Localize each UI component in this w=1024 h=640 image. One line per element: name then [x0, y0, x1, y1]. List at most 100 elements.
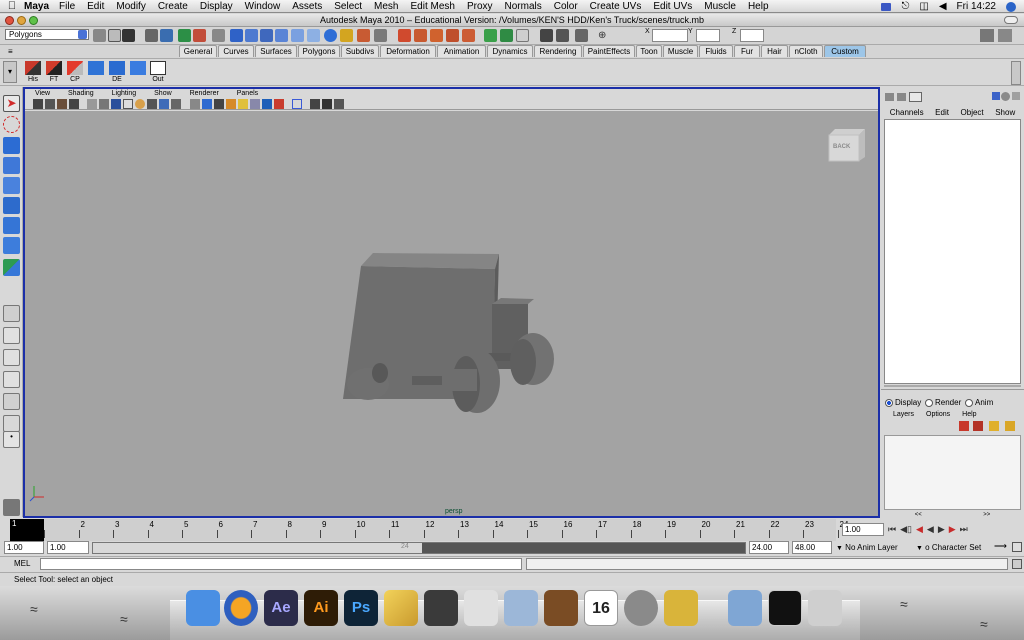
- menu-help[interactable]: Help: [748, 1, 769, 12]
- ipr-icon[interactable]: [374, 29, 387, 42]
- go-to-end-icon[interactable]: ⏭: [960, 524, 968, 535]
- select-tool-icon[interactable]: ➤: [3, 95, 20, 112]
- zoom-window-icon[interactable]: [29, 16, 38, 25]
- channelbox-menu-show[interactable]: Show: [995, 108, 1015, 118]
- layer-list[interactable]: [884, 435, 1021, 510]
- start-time-field[interactable]: 1.00: [4, 541, 44, 554]
- layer-membership-icon[interactable]: [1005, 421, 1015, 431]
- show-hide-attribute-editor-icon[interactable]: [980, 29, 994, 42]
- menu-modify[interactable]: Modify: [116, 1, 145, 12]
- layer-scroll-left[interactable]: <<: [915, 512, 922, 518]
- step-forward-key-icon[interactable]: ▶: [949, 524, 956, 535]
- minimize-window-icon[interactable]: [17, 16, 26, 25]
- tab-deformation[interactable]: Deformation: [380, 45, 436, 57]
- menu-muscle[interactable]: Muscle: [704, 1, 736, 12]
- paint-select-tool-icon[interactable]: [3, 137, 20, 154]
- folder-icon[interactable]: [728, 590, 762, 626]
- snapshot-icon[interactable]: [322, 99, 332, 109]
- play-forward-icon[interactable]: ▶: [938, 524, 945, 535]
- photoshop-icon[interactable]: Ps: [344, 590, 378, 626]
- spotlight-icon[interactable]: [1006, 1, 1016, 12]
- layer-editor-toggle-icon[interactable]: [909, 92, 922, 102]
- wireframe-icon[interactable]: [171, 99, 181, 109]
- layout-four-icon[interactable]: [3, 327, 20, 344]
- attribute-editor-icon[interactable]: [540, 29, 553, 42]
- current-time-marker[interactable]: 1: [10, 519, 44, 541]
- script-editor-icon[interactable]: [1012, 559, 1022, 569]
- shelf-button-his[interactable]: His: [24, 61, 42, 85]
- go-to-start-icon[interactable]: ⏮: [888, 524, 896, 535]
- command-input[interactable]: [40, 558, 522, 570]
- keychain-icon[interactable]: [664, 590, 698, 626]
- menu-create[interactable]: Create: [158, 1, 188, 12]
- tab-polygons[interactable]: Polygons: [298, 45, 340, 57]
- select-object-icon[interactable]: [160, 29, 173, 42]
- tab-toon[interactable]: Toon: [636, 45, 662, 57]
- apple-icon[interactable]: : [0, 0, 24, 12]
- time-ruler[interactable]: 23456789101112131415161718192021222324: [10, 519, 848, 541]
- channelbox-list[interactable]: [884, 119, 1021, 384]
- uv-editor-icon[interactable]: [484, 29, 497, 42]
- new-layer-icon[interactable]: [973, 421, 983, 431]
- input-field-mode-icon[interactable]: ⊕: [598, 29, 611, 42]
- mask-vertex-icon[interactable]: [212, 29, 225, 42]
- shelf-button-blue[interactable]: [129, 61, 147, 85]
- volume-icon[interactable]: ◀: [939, 1, 947, 12]
- shelf-menu-icon[interactable]: ▾: [3, 61, 17, 83]
- layout-more-icon[interactable]: •: [3, 431, 20, 448]
- menu-normals[interactable]: Normals: [505, 1, 542, 12]
- open-scene-icon[interactable]: [108, 29, 121, 42]
- channel-mode-icon[interactable]: [992, 92, 1000, 100]
- save-scene-icon[interactable]: [122, 29, 135, 42]
- panel-menu-lighting[interactable]: Lighting: [112, 90, 137, 97]
- finder-icon[interactable]: [186, 590, 220, 626]
- snap-point-icon[interactable]: [260, 29, 273, 42]
- channel-collapse-icon[interactable]: [1012, 92, 1020, 100]
- export-icon[interactable]: [334, 99, 344, 109]
- tab-surfaces[interactable]: Surfaces: [255, 45, 297, 57]
- auto-key-icon[interactable]: ⟶: [994, 541, 1007, 552]
- layout-outliner-icon[interactable]: [3, 415, 20, 432]
- step-back-key-icon[interactable]: ◀: [916, 524, 923, 535]
- universal-manipulator-icon[interactable]: [3, 217, 20, 234]
- current-frame-field[interactable]: 1.00: [842, 523, 884, 536]
- iphoto-icon[interactable]: [504, 590, 538, 626]
- panel-menu-view[interactable]: View: [35, 90, 50, 97]
- tab-curves[interactable]: Curves: [218, 45, 254, 57]
- channelbox-menu-edit[interactable]: Edit: [935, 108, 949, 118]
- tab-subdivs[interactable]: Subdivs: [341, 45, 379, 57]
- layer-menu-help[interactable]: Help: [962, 411, 976, 418]
- hypershade-icon[interactable]: [414, 29, 427, 42]
- shelf-button-de[interactable]: DE: [108, 61, 126, 85]
- grid-icon[interactable]: [87, 99, 97, 109]
- render-settings-icon[interactable]: [398, 29, 411, 42]
- resolution-gate-icon[interactable]: [111, 99, 121, 109]
- shelf-button-uv[interactable]: [87, 61, 105, 85]
- maya-icon[interactable]: [424, 590, 458, 626]
- xray-icon[interactable]: [262, 99, 272, 109]
- gate-mask-icon[interactable]: [123, 99, 133, 109]
- trash-icon[interactable]: [808, 590, 842, 626]
- lights-icon[interactable]: [226, 99, 236, 109]
- shelf-button-cp[interactable]: CP: [66, 61, 84, 85]
- pencil-icon[interactable]: [384, 590, 418, 626]
- channelbox-splitter[interactable]: [884, 385, 1021, 387]
- preview-icon[interactable]: [464, 590, 498, 626]
- menubar-clock[interactable]: Fri 14:22: [957, 1, 996, 12]
- playback-start-field[interactable]: 1.00: [47, 541, 89, 554]
- use-all-lights-icon[interactable]: [238, 99, 248, 109]
- firefox-icon[interactable]: [224, 590, 258, 626]
- shadows-icon[interactable]: [250, 99, 260, 109]
- shelf-scroll[interactable]: [1011, 61, 1021, 85]
- input-ops-icon[interactable]: [307, 29, 320, 42]
- z-field[interactable]: [740, 29, 764, 42]
- select-hierarchy-icon[interactable]: [145, 29, 158, 42]
- tab-custom[interactable]: Custom: [824, 45, 866, 57]
- new-empty-layer-icon[interactable]: [989, 421, 999, 431]
- camera-icon[interactable]: [33, 99, 43, 109]
- new-scene-icon[interactable]: [93, 29, 106, 42]
- tab-painteffects[interactable]: PaintEffects: [583, 45, 635, 57]
- x-field[interactable]: [652, 29, 688, 42]
- render-radio[interactable]: [925, 398, 933, 407]
- image-plane-icon[interactable]: [69, 99, 79, 109]
